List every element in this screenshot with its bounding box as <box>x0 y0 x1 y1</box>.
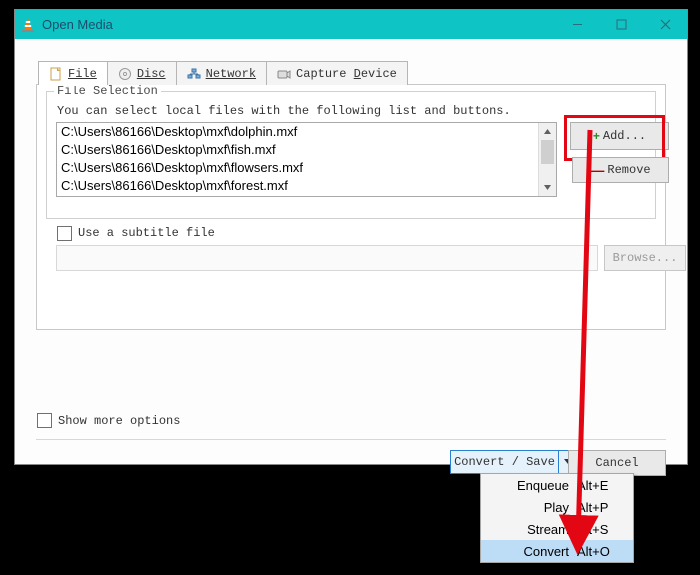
use-subtitle-checkbox[interactable] <box>57 226 72 241</box>
file-selection-fieldset: File Selection You can select local file… <box>46 91 656 219</box>
plus-icon: + <box>593 129 600 143</box>
show-more-options-checkbox[interactable] <box>37 413 52 428</box>
scrollbar-thumb[interactable] <box>541 140 554 164</box>
use-subtitle-row[interactable]: Use a subtitle file <box>57 224 655 242</box>
convert-save-menu: Enqueue Alt+E Play Alt+P Stream Alt+S Co… <box>480 473 634 563</box>
remove-button[interactable]: — Remove <box>572 157 669 183</box>
maximize-button[interactable] <box>599 10 643 39</box>
menu-item-enqueue[interactable]: Enqueue Alt+E <box>481 474 633 496</box>
menu-item-convert[interactable]: Convert Alt+O <box>481 540 633 562</box>
list-item[interactable]: C:\Users\86166\Desktop\mxf\forest.mxf <box>57 177 556 192</box>
show-more-options-label: Show more options <box>58 414 180 428</box>
client-area: File Disc Network Capture Device <box>15 39 687 464</box>
tab-network[interactable]: Network <box>176 61 267 85</box>
scroll-up-icon[interactable] <box>539 123 556 140</box>
convert-save-button[interactable]: Convert / Save <box>450 450 578 474</box>
capture-device-icon <box>277 67 291 81</box>
menu-item-stream[interactable]: Stream Alt+S <box>481 518 633 540</box>
open-media-window: Open Media File <box>14 9 688 465</box>
menu-item-play[interactable]: Play Alt+P <box>481 496 633 518</box>
show-more-options-row[interactable]: Show more options <box>37 413 180 428</box>
window-title: Open Media <box>42 17 555 32</box>
footer-separator <box>36 439 666 440</box>
file-selection-legend: File Selection <box>54 84 161 98</box>
disc-icon <box>118 67 132 81</box>
network-icon <box>187 67 201 81</box>
minus-icon: — <box>590 166 604 174</box>
scroll-down-icon[interactable] <box>539 179 556 196</box>
add-button[interactable]: + Add... <box>570 122 669 150</box>
file-selection-hint: You can select local files with the foll… <box>57 104 511 118</box>
minimize-button[interactable] <box>555 10 599 39</box>
browse-button: Browse... <box>604 245 686 271</box>
use-subtitle-label: Use a subtitle file <box>78 226 215 240</box>
close-button[interactable] <box>643 10 687 39</box>
tab-bar: File Disc Network Capture Device <box>38 61 407 85</box>
file-icon <box>49 67 63 81</box>
tab-file[interactable]: File <box>38 61 108 85</box>
vlc-icon <box>20 17 36 33</box>
titlebar: Open Media <box>15 10 687 39</box>
tab-disc[interactable]: Disc <box>107 61 177 85</box>
list-item[interactable]: C:\Users\86166\Desktop\mxf\flowsers.mxf <box>57 159 556 177</box>
convert-save-main[interactable]: Convert / Save <box>450 450 559 474</box>
list-item[interactable]: C:\Users\86166\Desktop\mxf\dolphin.mxf <box>57 123 556 141</box>
scrollbar[interactable] <box>538 123 556 196</box>
window-controls <box>555 10 687 39</box>
file-list[interactable]: C:\Users\86166\Desktop\mxf\dolphin.mxf C… <box>56 122 557 197</box>
subtitle-path-field <box>56 245 598 271</box>
tab-panel: File Selection You can select local file… <box>36 84 666 330</box>
list-item[interactable]: C:\Users\86166\Desktop\mxf\fish.mxf <box>57 141 556 159</box>
tab-capture-device[interactable]: Capture Device <box>266 61 408 85</box>
